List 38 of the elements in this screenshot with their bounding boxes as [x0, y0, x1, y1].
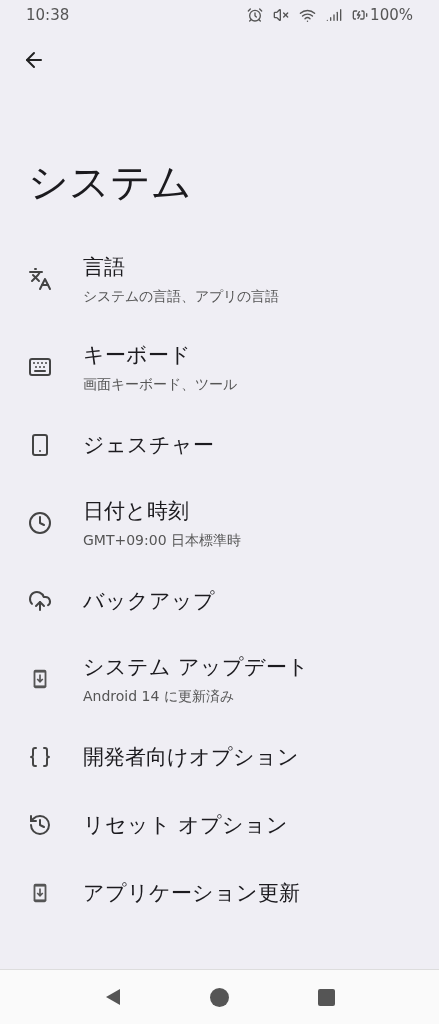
back-nav-icon[interactable]	[104, 988, 123, 1006]
battery-icon	[352, 7, 369, 23]
clock-icon	[28, 511, 52, 535]
item-title: 言語	[83, 254, 126, 281]
item-subtitle: 画面キーボード、ツール	[83, 375, 237, 394]
settings-item[interactable]: キーボード 画面キーボード、ツール	[0, 323, 439, 411]
settings-item[interactable]: バックアップ	[0, 567, 439, 635]
item-title: 開発者向けオプション	[83, 744, 299, 771]
settings-item[interactable]: アプリケーション更新	[0, 859, 439, 927]
translate-icon	[28, 267, 52, 291]
history-icon	[28, 813, 52, 837]
braces-icon	[28, 745, 52, 769]
keyboard-icon	[28, 355, 52, 379]
item-title: キーボード	[83, 342, 192, 369]
item-title: 日付と時刻	[83, 498, 190, 525]
item-subtitle: システムの言語、アプリの言語	[83, 287, 279, 306]
settings-item[interactable]: 言語 システムの言語、アプリの言語	[0, 235, 439, 323]
item-title: ジェスチャー	[83, 432, 214, 459]
settings-item[interactable]: システム アップデート Android 14 に更新済み	[0, 635, 439, 723]
battery-level: 100%	[370, 4, 413, 26]
alarm-icon	[247, 7, 264, 23]
status-time: 10:38	[26, 4, 70, 26]
settings-item[interactable]: 日付と時刻 GMT+09:00 日本標準時	[0, 479, 439, 567]
cloud-upload-icon	[28, 589, 52, 613]
item-title: バックアップ	[83, 588, 215, 615]
item-subtitle: GMT+09:00 日本標準時	[83, 531, 241, 550]
settings-item[interactable]: リセット オプション	[0, 791, 439, 859]
item-subtitle: Android 14 に更新済み	[83, 687, 235, 706]
mute-icon	[273, 7, 290, 23]
signal-icon	[326, 7, 343, 23]
settings-item[interactable]: ジェスチャー	[0, 411, 439, 479]
item-title: システム アップデート	[83, 654, 309, 681]
page-title: システム	[27, 158, 193, 207]
item-title: アプリケーション更新	[83, 880, 300, 907]
home-nav-icon[interactable]	[210, 987, 230, 1007]
settings-item[interactable]: 開発者向けオプション	[0, 723, 439, 791]
item-title: リセット オプション	[83, 812, 288, 839]
recents-nav-icon[interactable]	[317, 988, 335, 1006]
